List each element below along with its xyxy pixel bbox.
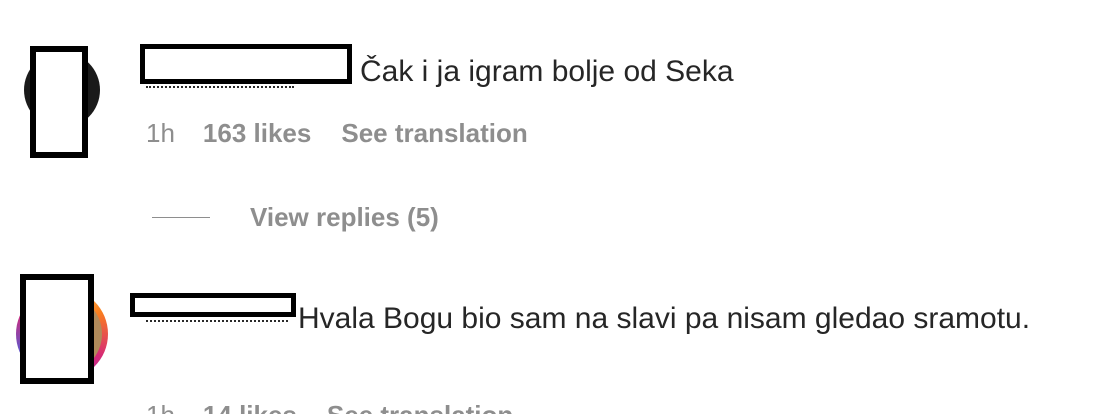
username-redaction-box[interactable] — [130, 293, 296, 317]
see-translation-button[interactable]: See translation — [327, 400, 513, 414]
view-replies-label: View replies (5) — [250, 201, 439, 232]
redaction-box — [20, 274, 94, 384]
comment-timestamp: 1h — [146, 400, 175, 414]
comment-meta: 1h 14 likes See translation — [146, 398, 513, 414]
comment-meta: 1h 163 likes See translation — [146, 116, 528, 150]
comment-text: Čak i ja igram bolje od Seka — [360, 55, 734, 88]
comment-timestamp: 1h — [146, 117, 175, 148]
username-remnant — [146, 86, 294, 92]
see-translation-button[interactable]: See translation — [341, 118, 527, 149]
view-replies-button[interactable]: View replies (5) — [152, 200, 439, 234]
likes-count-button[interactable]: 163 likes — [203, 118, 311, 149]
username-redaction-box[interactable] — [140, 44, 352, 84]
redaction-box — [30, 46, 88, 158]
replies-divider-line — [152, 216, 210, 218]
likes-count-button[interactable]: 14 likes — [203, 400, 297, 414]
comments-panel: Čak i ja igram bolje od Seka 1h 163 like… — [0, 0, 1100, 414]
